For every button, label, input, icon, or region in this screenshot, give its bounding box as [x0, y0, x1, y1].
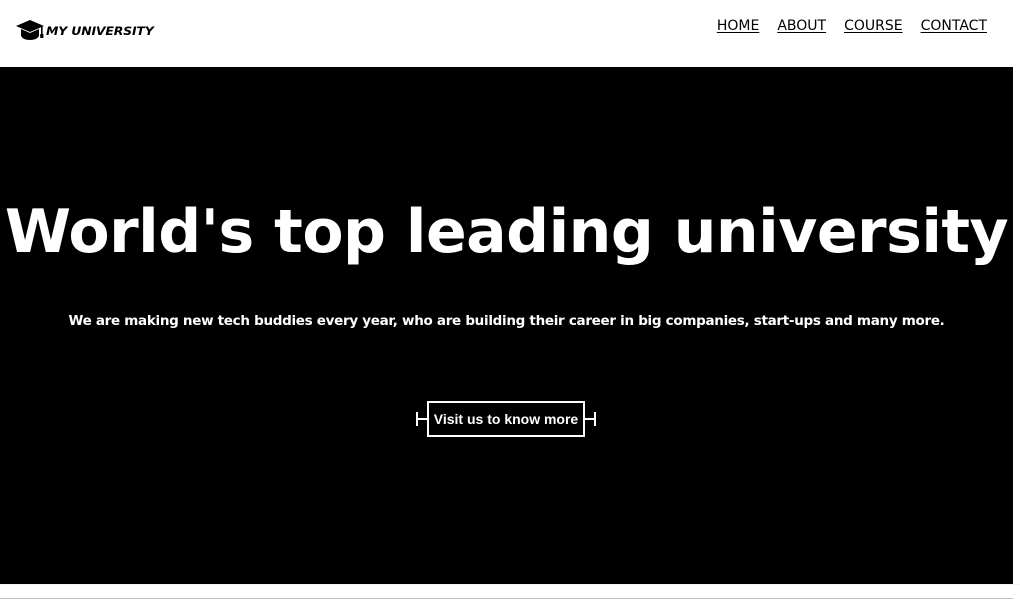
cta-right-tick: [594, 412, 596, 426]
bottom-divider: [0, 598, 1013, 599]
visit-us-button[interactable]: Visit us to know more: [427, 401, 585, 437]
nav-home-link[interactable]: HOME: [717, 16, 759, 36]
site-header: MY UNIVERSITY HOME ABOUT COURSE CONTACT: [0, 0, 1020, 67]
cta-left-tick: [416, 412, 418, 426]
logo-text: MY UNIVERSITY: [46, 22, 154, 38]
page-bottom: [0, 584, 1020, 603]
nav-course-link[interactable]: COURSE: [844, 16, 903, 36]
graduation-cap-icon: [16, 20, 44, 40]
cta-container: Visit us to know more: [416, 401, 596, 437]
hero-title: World's top leading university: [4, 197, 1009, 267]
site-logo[interactable]: MY UNIVERSITY: [16, 16, 154, 44]
hero-subtitle: We are making new tech buddies every yea…: [68, 313, 945, 329]
nav-contact-link[interactable]: CONTACT: [921, 16, 987, 36]
nav-about-link[interactable]: ABOUT: [777, 16, 826, 36]
hero-section: World's top leading university We are ma…: [0, 67, 1013, 584]
scrollbar-track[interactable]: [1013, 67, 1020, 584]
main-nav: HOME ABOUT COURSE CONTACT: [717, 16, 987, 36]
